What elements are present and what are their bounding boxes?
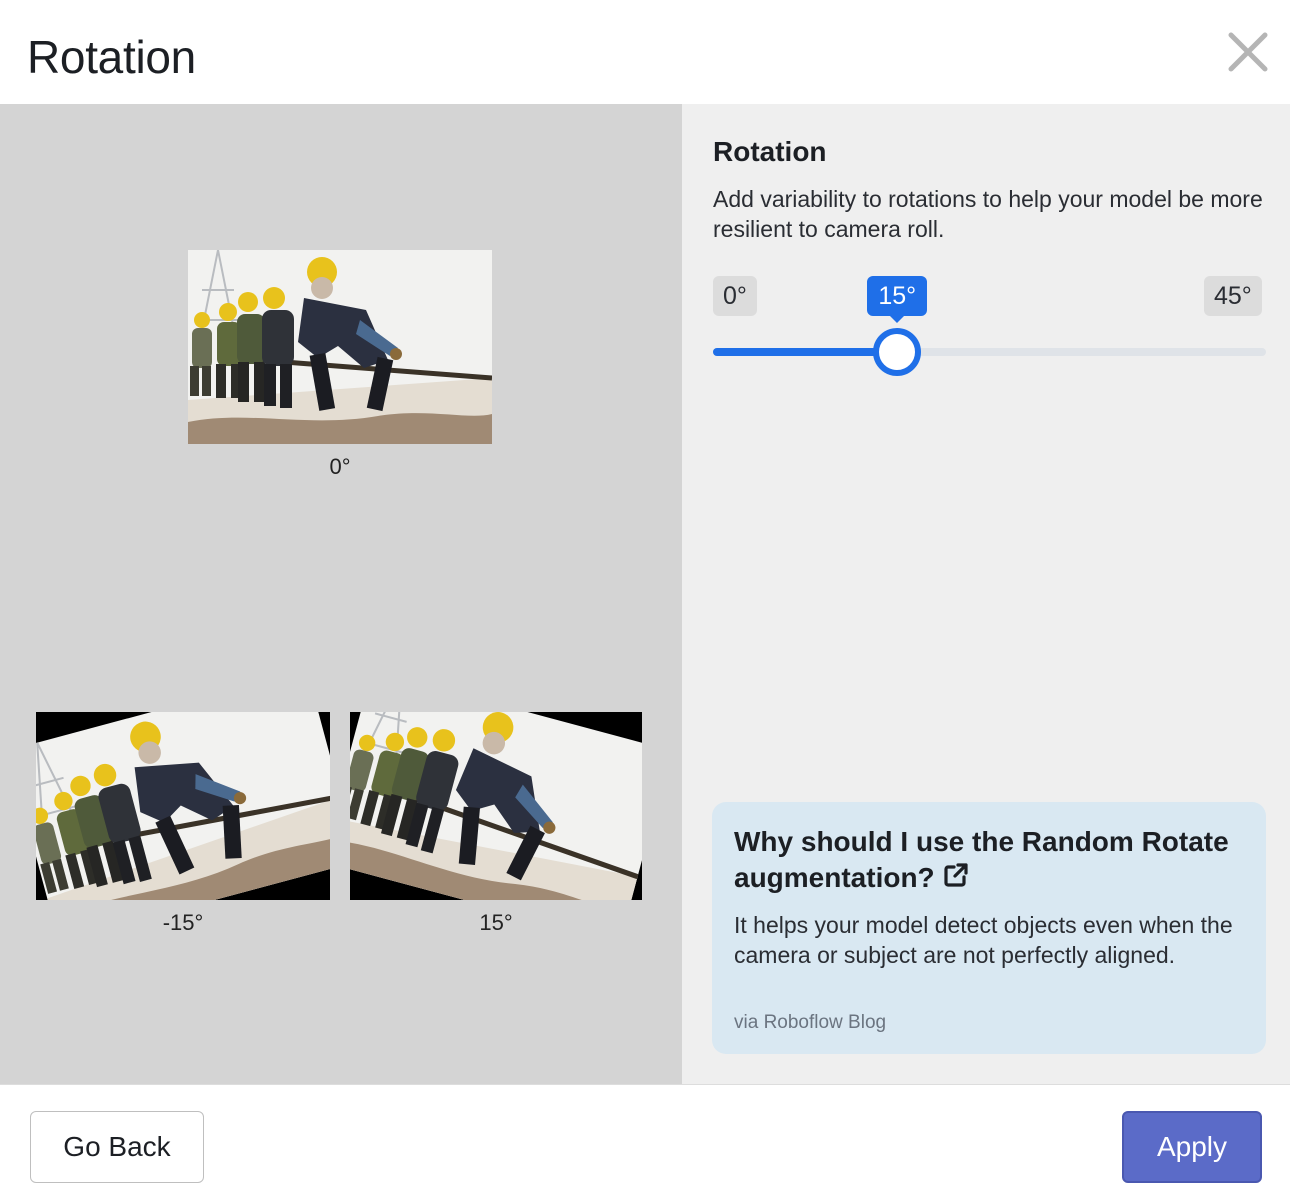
- external-link-icon[interactable]: [941, 860, 971, 890]
- slider-thumb[interactable]: [873, 328, 922, 376]
- modal-title: Rotation: [27, 31, 196, 83]
- modal-header: Rotation: [0, 0, 1290, 104]
- preview-caption-negative: -15°: [162, 910, 204, 935]
- info-card-body: It helps your model detect objects even …: [734, 912, 1233, 968]
- preview-caption-positive: 15°: [479, 910, 513, 935]
- info-card-title: Why should I use the Random Rotate augme…: [734, 826, 1229, 893]
- slider-min-label: 0°: [713, 276, 757, 316]
- preview-image-rotated-positive: [350, 712, 642, 900]
- info-card-source-link[interactable]: via Roboflow Blog: [734, 1012, 886, 1034]
- preview-image-rotated-negative: [36, 712, 330, 900]
- modal-footer: Go Back Apply: [0, 1084, 1290, 1204]
- info-card-title-link[interactable]: Why should I use the Random Rotate augme…: [734, 824, 1234, 896]
- slider-fill: [713, 348, 898, 356]
- info-card: Why should I use the Random Rotate augme…: [712, 802, 1266, 1054]
- preview-image-original: [188, 250, 492, 444]
- slider-max-label: 45°: [1204, 276, 1262, 316]
- preview-caption-original: 0°: [329, 454, 351, 479]
- settings-title: Rotation: [713, 136, 827, 167]
- settings-description: Add variability to rotations to help you…: [713, 186, 1263, 242]
- apply-button[interactable]: Apply: [1122, 1111, 1262, 1183]
- preview-pane: 0° -15° 15°: [0, 104, 682, 1084]
- settings-pane: Rotation Add variability to rotations to…: [682, 104, 1290, 1084]
- go-back-button[interactable]: Go Back: [30, 1111, 204, 1183]
- rotation-slider[interactable]: [713, 328, 1266, 376]
- close-icon[interactable]: [1226, 30, 1270, 74]
- slider-value-tooltip: 15°: [867, 276, 928, 323]
